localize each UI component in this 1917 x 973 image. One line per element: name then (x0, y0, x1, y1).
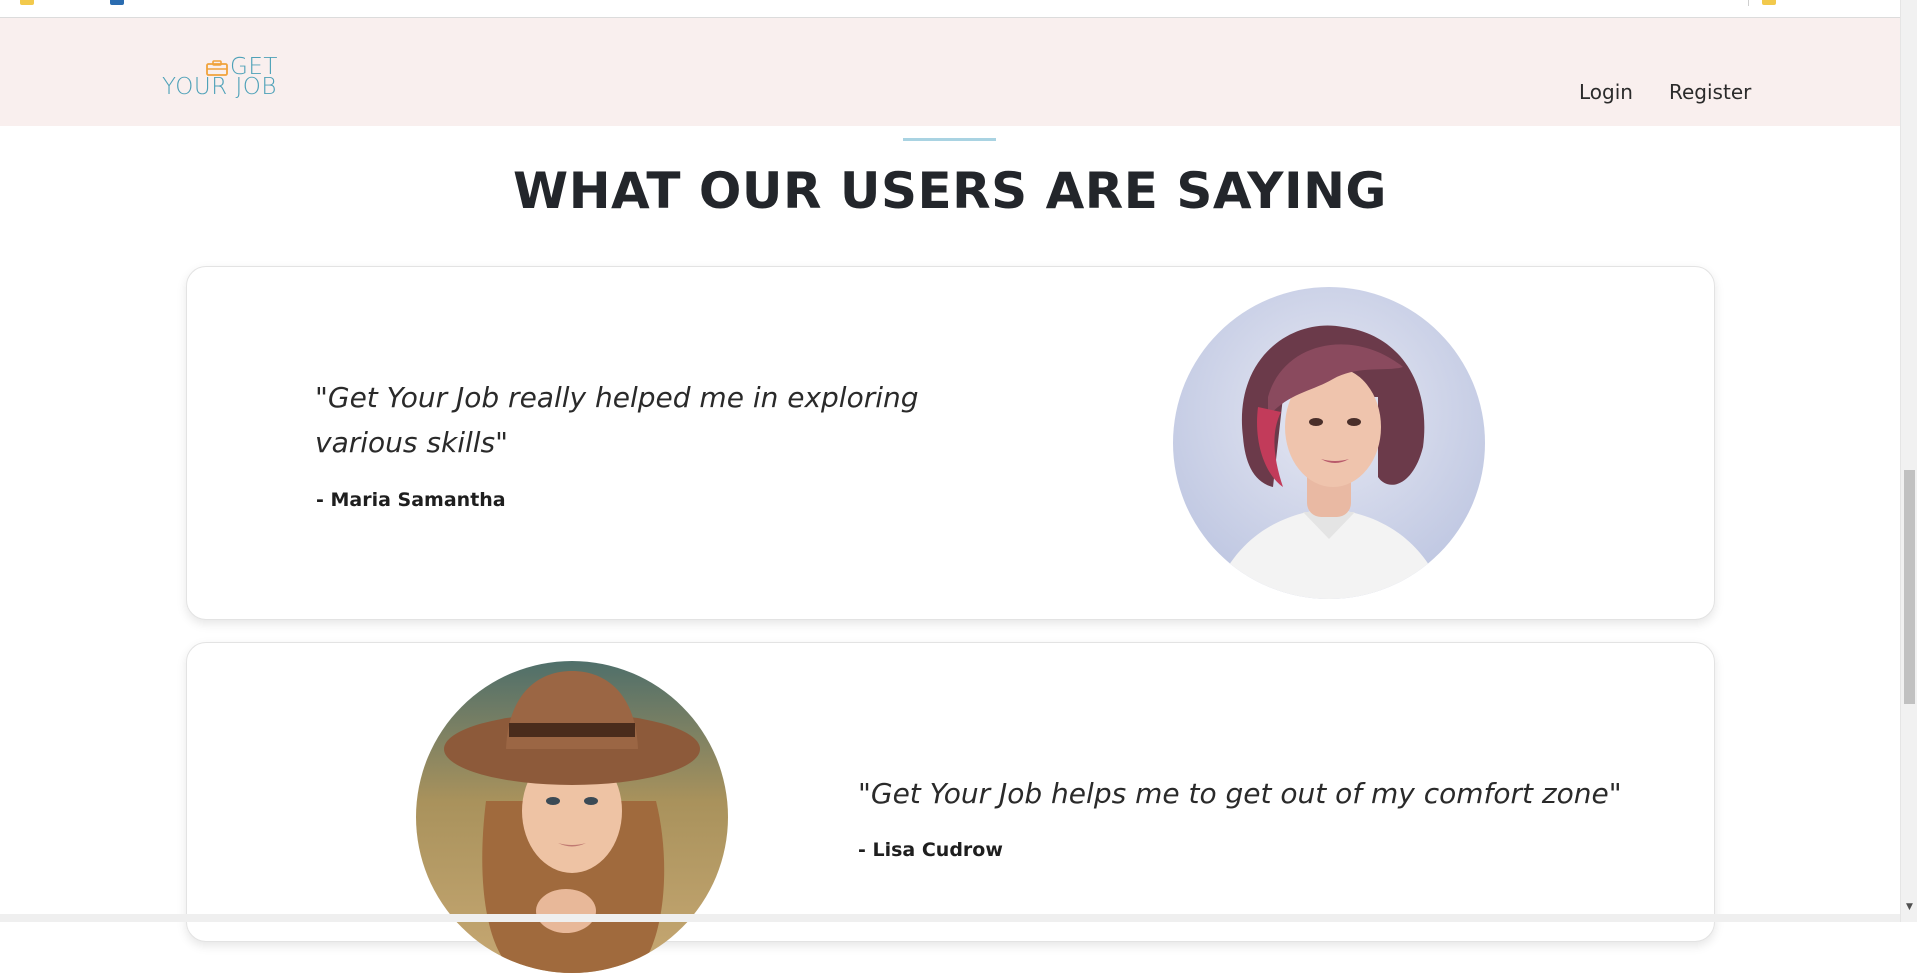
scrollbar-thumb[interactable] (1904, 470, 1915, 704)
testimonial-card: "Get Your Job really helped me in explor… (186, 266, 1715, 620)
scroll-down-arrow-icon[interactable]: ▼ (1904, 902, 1915, 912)
login-link[interactable]: Login (1579, 80, 1633, 104)
user-avatar-photo (1173, 287, 1485, 599)
brand-logo[interactable]: GET YOUR JOB (162, 54, 282, 110)
user-avatar-photo (416, 661, 728, 973)
bookmark-icon (110, 0, 124, 5)
testimonial-quote: "Get Your Job helps me to get out of my … (858, 777, 1622, 810)
testimonial-quote: "Get Your Job really helped me in explor… (315, 381, 919, 459)
testimonial-author: - Maria Samantha (316, 489, 506, 511)
folder-icon (1762, 0, 1776, 5)
browser-top-strip (0, 0, 1917, 18)
folder-icon (20, 0, 34, 5)
section-title-accent (903, 138, 996, 141)
horizontal-scroll-track (0, 914, 1900, 922)
toolbar-divider (1748, 0, 1749, 6)
register-link[interactable]: Register (1669, 80, 1751, 104)
section-title: WHAT OUR USERS ARE SAYING (513, 162, 1387, 220)
testimonial-card: "Get Your Job helps me to get out of my … (186, 642, 1715, 973)
logo-text-your-job: YOUR JOB (162, 74, 277, 100)
vertical-scrollbar[interactable]: ▼ (1900, 0, 1917, 922)
testimonial-author: - Lisa Cudrow (858, 839, 1003, 861)
navbar: GET YOUR JOB Login Register (0, 18, 1900, 126)
